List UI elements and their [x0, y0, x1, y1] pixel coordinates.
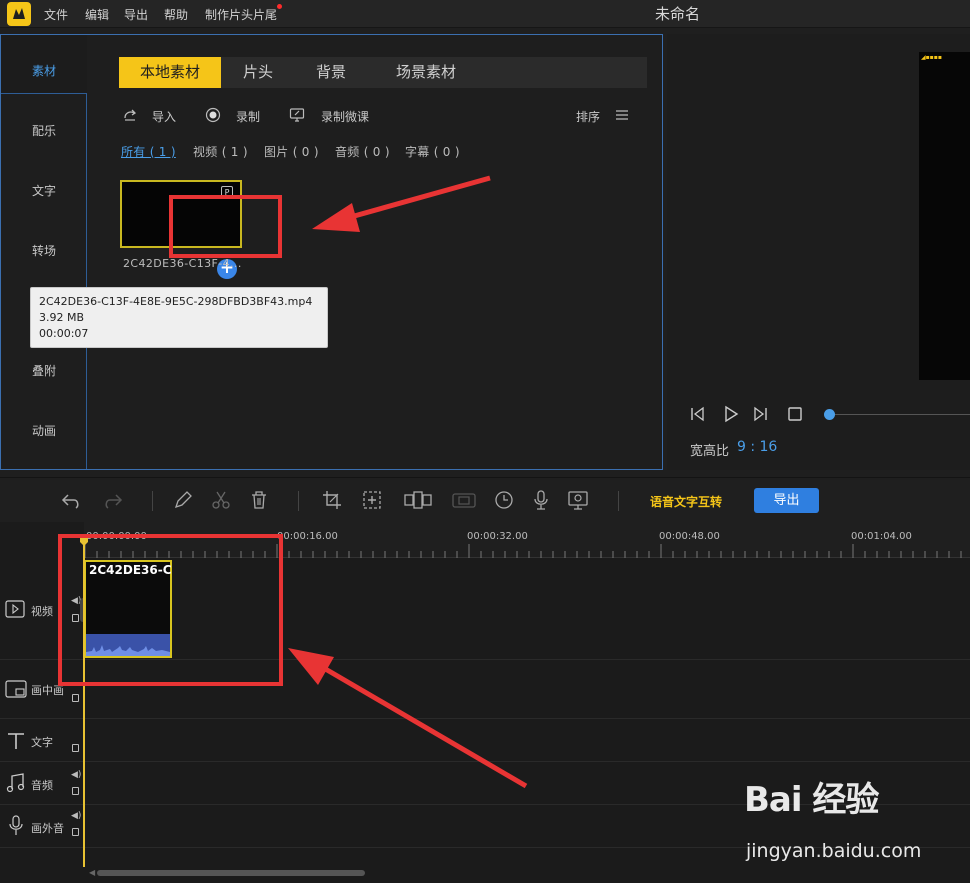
baidu-watermark-url: jingyan.baidu.com	[746, 840, 922, 862]
speech-to-text-button[interactable]: 语音文字互转	[650, 493, 722, 510]
delete-trash-icon[interactable]	[248, 489, 270, 511]
previous-frame-icon[interactable]	[689, 406, 705, 422]
scroll-left-icon[interactable]: ◀	[89, 868, 95, 877]
preview-panel: ◢▪▪▪▪ 宽高比 9 : 16	[667, 34, 970, 470]
track-label-voiceover: 画外音	[31, 822, 64, 835]
notification-dot	[277, 4, 282, 9]
media-item-name: 2C42DE36-C13F-4...	[123, 257, 242, 270]
record-screen-icon[interactable]	[567, 489, 589, 511]
microphone-track-icon	[9, 815, 23, 835]
nav-item-animation[interactable]: 动画	[1, 422, 87, 439]
toolbar-separator	[152, 491, 153, 511]
nav-item-music[interactable]: 配乐	[1, 122, 87, 139]
app-logo-icon	[7, 2, 31, 26]
left-nav: 素材 配乐 文字 转场 叠附 动画	[1, 35, 87, 469]
baidu-watermark-logo: Bai 经验	[744, 780, 879, 820]
tick-label: 00:01:04.00	[851, 531, 912, 542]
seek-handle[interactable]	[824, 409, 835, 420]
mute-speaker-icon[interactable]: ◀)	[71, 770, 81, 780]
split-screen-icon[interactable]	[403, 489, 433, 511]
preview-watermark-logo: ◢▪▪▪▪	[921, 54, 942, 61]
menu-help[interactable]: 帮助	[164, 6, 188, 23]
record-button[interactable]: 录制	[236, 108, 260, 125]
tab-scene-media[interactable]: 场景素材	[371, 57, 481, 88]
undo-icon[interactable]	[60, 489, 82, 511]
track-label-video: 视频	[31, 605, 53, 618]
tab-intro[interactable]: 片头	[221, 57, 295, 88]
media-info-tooltip: 2C42DE36-C13F-4E8E-9E5C-298DFBD3BF43.mp4…	[30, 287, 328, 348]
tab-background[interactable]: 背景	[295, 57, 367, 88]
nav-item-transition[interactable]: 转场	[1, 242, 87, 259]
lock-icon[interactable]	[72, 828, 79, 836]
filter-video[interactable]: 视频 ( 1 )	[193, 143, 248, 160]
voiceover-microphone-icon[interactable]	[530, 489, 552, 511]
title-bar: 文件 编辑 导出 帮助 制作片头片尾 未命名	[0, 0, 970, 28]
timeline-toolbar: 语音文字互转 导出	[0, 477, 970, 522]
text-track-icon	[8, 733, 24, 749]
tick-label: 00:00:48.00	[659, 531, 720, 542]
track-label-audio: 音频	[31, 779, 53, 792]
media-library-panel: 素材 配乐 文字 转场 叠附 动画 本地素材 片头 背景 场景素材 导入 录制 …	[0, 34, 663, 470]
timeline-scrollbar[interactable]	[97, 870, 365, 876]
aspect-ratio-label: 宽高比	[690, 444, 730, 459]
track-text[interactable]: 文字	[0, 719, 970, 762]
sort-label[interactable]: 排序	[576, 108, 600, 125]
preview-screen: ◢▪▪▪▪	[919, 52, 970, 380]
video-track-icon	[5, 600, 25, 618]
stop-icon[interactable]	[787, 406, 803, 422]
nav-item-text[interactable]: 文字	[1, 182, 87, 199]
edit-pencil-icon[interactable]	[172, 489, 194, 511]
lock-icon[interactable]	[72, 744, 79, 752]
toolbar-separator	[618, 491, 619, 511]
nav-item-overlay[interactable]: 叠附	[1, 362, 87, 379]
cut-scissors-icon[interactable]	[210, 489, 232, 511]
lock-icon[interactable]	[72, 787, 79, 795]
mosaic-add-icon[interactable]	[361, 489, 383, 511]
tick-label: 00:00:16.00	[277, 531, 338, 542]
pip-track-icon	[5, 680, 27, 698]
nav-panel-border	[1, 93, 87, 469]
record-lecture-button[interactable]: 录制微课	[321, 108, 369, 125]
filter-image[interactable]: 图片 ( 0 )	[264, 143, 319, 160]
track-label-text: 文字	[31, 736, 53, 749]
annotation-box-clip	[58, 534, 283, 686]
filter-subtitle[interactable]: 字幕 ( 0 )	[405, 143, 460, 160]
menu-file[interactable]: 文件	[44, 6, 68, 23]
filter-audio[interactable]: 音频 ( 0 )	[335, 143, 390, 160]
window-title: 未命名	[655, 5, 701, 23]
media-tabs: 本地素材 片头 背景 场景素材	[119, 57, 647, 88]
menu-export[interactable]: 导出	[124, 6, 148, 23]
speed-clock-icon[interactable]	[493, 489, 515, 511]
tick-label: 00:00:32.00	[467, 531, 528, 542]
tooltip-filename: 2C42DE36-C13F-4E8E-9E5C-298DFBD3BF43.mp4	[39, 295, 313, 308]
aspect-ratio-value[interactable]: 9 : 16	[737, 439, 777, 455]
redo-icon[interactable]	[102, 489, 124, 511]
annotation-box-add	[169, 195, 282, 258]
record-icon[interactable]	[205, 107, 221, 123]
menu-make-intro-outro[interactable]: 制作片头片尾	[205, 6, 277, 23]
music-track-icon	[6, 773, 25, 793]
nav-item-media[interactable]: 素材	[1, 62, 87, 79]
seek-bar[interactable]	[835, 414, 970, 415]
next-frame-icon[interactable]	[753, 406, 769, 422]
record-lecture-icon[interactable]	[289, 107, 305, 123]
filter-all[interactable]: 所有 ( 1 )	[121, 143, 176, 160]
play-icon[interactable]	[722, 405, 740, 423]
crop-icon[interactable]	[321, 489, 343, 511]
tab-local-media[interactable]: 本地素材	[119, 57, 221, 88]
sort-list-icon[interactable]	[614, 107, 630, 123]
lock-icon[interactable]	[72, 694, 79, 702]
mute-speaker-icon[interactable]: ◀)	[71, 811, 81, 821]
import-icon[interactable]	[122, 107, 138, 123]
toolbar-separator	[298, 491, 299, 511]
freeze-frame-icon[interactable]	[451, 489, 477, 511]
tooltip-duration: 00:00:07	[39, 327, 89, 340]
export-button[interactable]: 导出	[754, 488, 819, 513]
menu-edit[interactable]: 编辑	[85, 6, 109, 23]
import-button[interactable]: 导入	[152, 108, 176, 125]
tooltip-size: 3.92 MB	[39, 311, 85, 324]
